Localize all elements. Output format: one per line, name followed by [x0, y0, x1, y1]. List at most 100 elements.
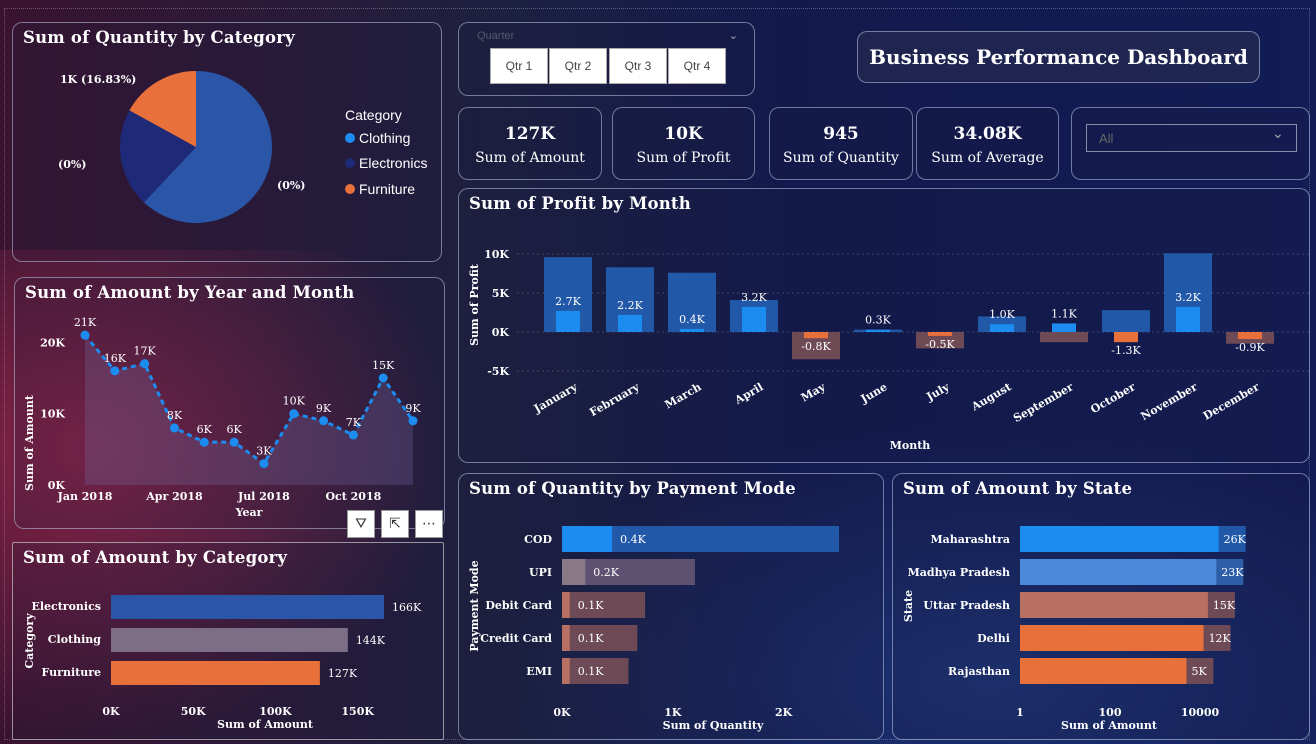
line-xtick: Apr 2018	[145, 490, 203, 503]
qtr1-button[interactable]: Qtr 1	[490, 48, 548, 84]
kpi-label: Sum of Quantity	[783, 150, 899, 166]
filter-icon[interactable]: ⛛	[347, 510, 375, 538]
kpi-amount: 127K Sum of Amount	[458, 107, 602, 180]
cat-bar	[111, 595, 384, 619]
legend-clothing[interactable]: Clothing	[345, 130, 410, 146]
state-xtick: 100	[1099, 706, 1122, 719]
focus-mode-icon[interactable]: ⇱	[381, 510, 409, 538]
legend-dot	[345, 158, 355, 168]
profit-xlabel: Month	[890, 439, 931, 452]
payment-card[interactable]: Sum of Quantity by Payment Mode Payment …	[458, 473, 884, 740]
cat-xlabel: Sum of Amount	[217, 718, 314, 731]
line-data-label: 17K	[134, 345, 157, 358]
qtr4-button[interactable]: Qtr 4	[668, 48, 726, 84]
profit-bar	[742, 307, 766, 332]
state-category-label: Rajasthan	[948, 665, 1010, 678]
line-data-label: 10K	[283, 395, 306, 408]
state-bar	[1020, 658, 1187, 684]
payment-bar	[562, 658, 570, 684]
state-xlabel: Sum of Amount	[1061, 719, 1158, 732]
cat-bar	[111, 661, 320, 685]
legend-label: Furniture	[359, 181, 416, 197]
payment-xlabel: Sum of Quantity	[663, 719, 764, 732]
line-point	[199, 437, 209, 447]
payment-xtick: 2K	[775, 706, 793, 719]
profit-month-label: July	[924, 380, 952, 404]
profit-month-label: April	[732, 380, 766, 407]
profit-data-label: 3.2K	[741, 291, 767, 304]
profit-data-label: 1.0K	[989, 308, 1015, 321]
profit-data-label: -1.3K	[1111, 344, 1141, 357]
line-xtick: Jul 2018	[237, 490, 290, 503]
profit-data-label: 0.3K	[865, 314, 891, 327]
line-data-label: 3K	[256, 445, 272, 458]
profit-ytick: 5K	[492, 287, 510, 300]
line-data-label: 21K	[74, 316, 97, 329]
profit-bar	[1176, 307, 1200, 332]
legend-electronics[interactable]: Electronics	[345, 155, 427, 171]
cat-xtick: 100K	[259, 705, 292, 718]
cat-ylabel: Category	[23, 613, 36, 669]
line-point	[140, 359, 150, 369]
profit-bar	[618, 314, 642, 332]
legend-dot	[345, 133, 355, 143]
line-xlabel: Year	[235, 506, 263, 519]
profit-ytick: 0K	[492, 326, 510, 339]
profit-data-label: 0.4K	[679, 313, 705, 326]
profit-data-label: -0.8K	[801, 340, 831, 353]
profit-month-label: May	[799, 380, 828, 404]
payment-bar-chart: Payment Mode Sum of Quantity COD 0.4K UPI 0…	[468, 526, 839, 732]
line-point	[80, 330, 90, 340]
chevron-down-icon[interactable]: ⌄	[1272, 126, 1284, 142]
legend-label: Clothing	[359, 130, 411, 146]
more-options-icon[interactable]: ⋯	[415, 510, 443, 538]
line-point	[110, 366, 120, 376]
state-bar	[1020, 526, 1219, 552]
payment-bar	[562, 592, 570, 618]
payment-bar	[562, 625, 570, 651]
state-xtick: 10000	[1181, 706, 1220, 719]
profit-bar	[866, 329, 890, 332]
cat-data-label: 166K	[392, 601, 422, 614]
payment-bar	[562, 526, 613, 552]
line-point	[229, 437, 239, 447]
pie-card[interactable]: Sum of Quantity by Category 1K (16.83%) …	[12, 22, 442, 262]
kpi-value: 945	[823, 124, 859, 144]
kpi-value: 34.08K	[953, 124, 1022, 144]
state-bar	[1020, 592, 1208, 618]
line-data-label: 15K	[372, 359, 395, 372]
category-amount-card[interactable]: Sum of Amount by Category Category Sum o…	[12, 542, 444, 740]
profit-month-label: December	[1201, 380, 1262, 423]
cat-data-label: 144K	[356, 634, 386, 647]
qtr2-button[interactable]: Qtr 2	[549, 48, 607, 84]
line-point	[319, 416, 329, 426]
state-category-label: Delhi	[977, 632, 1010, 645]
state-xtick: 1	[1016, 706, 1024, 719]
line-data-label: 6K	[226, 423, 242, 436]
filter-dropdown-card[interactable]: All ⌄	[1071, 107, 1310, 180]
payment-category-label: Debit Card	[485, 599, 552, 612]
profit-card[interactable]: Sum of Profit by Month Sum of Profit Mon…	[458, 188, 1310, 463]
line-card[interactable]: Sum of Amount by Year and Month Sum of A…	[14, 277, 445, 529]
chevron-down-icon[interactable]: ⌄	[729, 29, 738, 42]
profit-bar	[928, 332, 952, 336]
payment-xtick: 0K	[553, 706, 571, 719]
legend-furniture[interactable]: Furniture	[345, 181, 415, 197]
pie-label-clothing: (0%)	[277, 179, 306, 192]
profit-bar	[1052, 323, 1076, 332]
profit-month-label: June	[858, 380, 890, 406]
payment-category-label: EMI	[526, 665, 552, 678]
line-xtick: Jan 2018	[57, 490, 113, 503]
category-bar-chart: Category Sum of Amount Electronics 166K Cl…	[23, 595, 422, 731]
profit-month-label: November	[1139, 380, 1200, 423]
qtr3-button[interactable]: Qtr 3	[609, 48, 667, 84]
cat-category-label: Furniture	[42, 666, 101, 679]
line-point	[408, 416, 418, 426]
state-data-label: 15K	[1213, 599, 1236, 612]
state-bar-chart: State Sum of Amount Maharashtra 26K Madhya…	[902, 526, 1247, 732]
kpi-average: 34.08K Sum of Average	[916, 107, 1059, 180]
profit-bar	[556, 310, 580, 332]
profit-month-label: February	[587, 380, 642, 419]
filter-dropdown[interactable]: All	[1086, 124, 1297, 152]
state-card[interactable]: Sum of Amount by State State Sum of Amou…	[892, 473, 1310, 740]
